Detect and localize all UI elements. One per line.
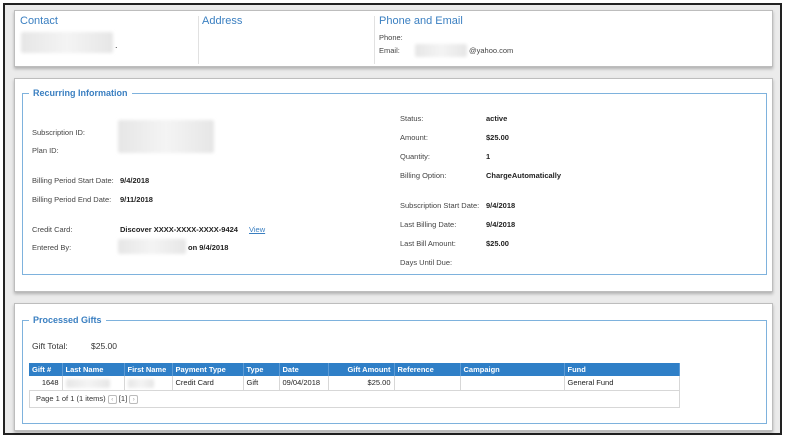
col-gift-amount[interactable]: Gift Amount <box>328 363 395 376</box>
billing-end-value: 9/11/2018 <box>120 195 153 204</box>
gift-total-label: Gift Total: <box>32 341 68 351</box>
col-first-name[interactable]: First Name <box>124 363 173 376</box>
email-label: Email: <box>379 46 400 55</box>
col-type[interactable]: Type <box>243 363 280 376</box>
credit-card-value: Discover XXXX-XXXX-XXXX-9424 <box>120 225 238 234</box>
last-bill-amount-label: Last Bill Amount: <box>400 239 456 248</box>
next-page-icon[interactable]: › <box>129 394 139 404</box>
entered-by-redacted <box>118 239 186 254</box>
cell-reference <box>394 376 461 391</box>
email-user-redacted <box>415 44 467 57</box>
pager-current-page[interactable]: [1] <box>119 394 127 403</box>
col-last-name[interactable]: Last Name <box>62 363 125 376</box>
sub-start-label: Subscription Start Date: <box>400 201 480 210</box>
contact-name-redacted <box>21 32 113 53</box>
billing-option-label: Billing Option: <box>400 171 447 180</box>
cell-fund: General Fund <box>564 376 680 391</box>
cell-campaign <box>460 376 565 391</box>
cell-date: 09/04/2018 <box>279 376 329 391</box>
gifts-table: Gift # Last Name First Name Payment Type… <box>29 363 680 391</box>
last-bill-amount-value: $25.00 <box>486 239 509 248</box>
status-label: Status: <box>400 114 424 123</box>
gifts-pager: Page 1 of 1 (1 items) ‹ [1] › <box>29 391 680 408</box>
recurring-panel: Recurring Information Subscription ID: P… <box>14 78 773 292</box>
last-name-redacted <box>65 378 110 388</box>
cell-gift-no: 1648 <box>29 376 63 391</box>
cell-payment-type: Credit Card <box>172 376 244 391</box>
contact-name-suffix: . <box>115 40 118 50</box>
contact-heading: Contact <box>20 15 58 27</box>
table-row[interactable]: 1648 Credit Card Gift 09/04/2018 $25.00 … <box>29 376 680 391</box>
amount-label: Amount: <box>400 133 428 142</box>
billing-start-value: 9/4/2018 <box>120 176 150 185</box>
col-gift-no[interactable]: Gift # <box>29 363 63 376</box>
subscription-id-label: Subscription ID: <box>32 128 85 137</box>
col-date[interactable]: Date <box>279 363 329 376</box>
last-billing-label: Last Billing Date: <box>400 220 457 229</box>
column-divider <box>198 16 199 64</box>
gift-total-value: $25.00 <box>91 341 117 351</box>
prev-page-icon[interactable]: ‹ <box>107 394 117 404</box>
phone-label: Phone: <box>379 33 403 42</box>
billing-start-label: Billing Period Start Date: <box>32 176 114 185</box>
recurring-legend: Recurring Information <box>29 88 132 98</box>
gifts-legend: Processed Gifts <box>29 315 106 325</box>
contact-panel: Contact . Address Phone and Email Phone:… <box>14 10 773 67</box>
days-until-due-label: Days Until Due: <box>400 258 453 267</box>
cell-type: Gift <box>243 376 280 391</box>
cell-last-name <box>62 376 125 391</box>
quantity-label: Quantity: <box>400 152 431 161</box>
cell-amount: $25.00 <box>328 376 395 391</box>
gifts-table-header: Gift # Last Name First Name Payment Type… <box>29 363 680 376</box>
screenshot-frame: Contact . Address Phone and Email Phone:… <box>3 3 782 435</box>
col-payment-type[interactable]: Payment Type <box>172 363 244 376</box>
plan-id-label: Plan ID: <box>32 146 59 155</box>
view-card-link[interactable]: View <box>249 225 265 234</box>
email-domain: @yahoo.com <box>469 46 514 55</box>
entered-by-date: on 9/4/2018 <box>188 243 229 252</box>
cell-first-name <box>124 376 173 391</box>
pager-summary: Page 1 of 1 (1 items) <box>36 394 106 403</box>
phone-email-heading: Phone and Email <box>379 15 463 27</box>
quantity-value: 1 <box>486 152 491 161</box>
billing-option-value: ChargeAutomatically <box>486 171 562 180</box>
first-name-redacted <box>127 378 154 388</box>
address-heading: Address <box>202 15 243 27</box>
amount-value: $25.00 <box>486 133 509 142</box>
status-value: active <box>486 114 508 123</box>
sub-start-value: 9/4/2018 <box>486 201 516 210</box>
subscription-id-redacted <box>118 120 214 153</box>
entered-by-label: Entered By: <box>32 243 72 252</box>
column-divider <box>374 16 375 64</box>
col-fund[interactable]: Fund <box>564 363 680 376</box>
last-billing-value: 9/4/2018 <box>486 220 516 229</box>
credit-card-label: Credit Card: <box>32 225 73 234</box>
col-reference[interactable]: Reference <box>394 363 461 376</box>
col-campaign[interactable]: Campaign <box>460 363 565 376</box>
billing-end-label: Billing Period End Date: <box>32 195 112 204</box>
